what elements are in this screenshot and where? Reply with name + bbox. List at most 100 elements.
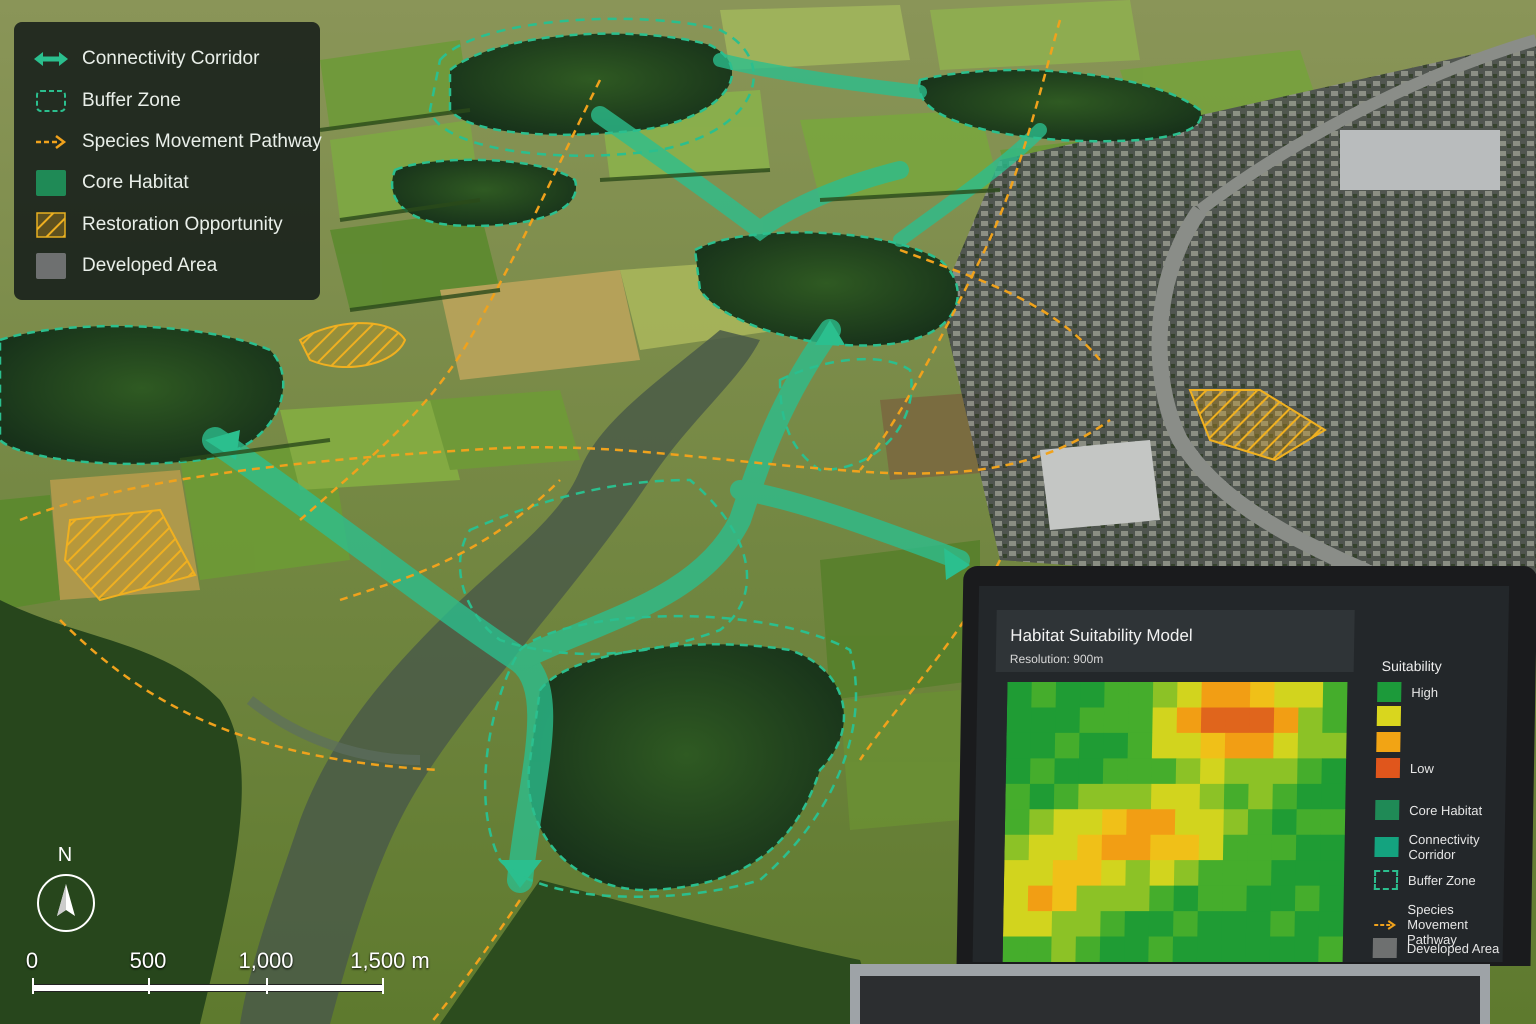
heatmap-cell bbox=[1223, 783, 1250, 810]
heatmap-cell bbox=[1173, 911, 1199, 938]
scale-tick bbox=[32, 978, 34, 994]
heatmap-cell bbox=[1271, 809, 1298, 836]
heatmap-cell bbox=[1103, 732, 1129, 759]
heatmap-cell bbox=[1197, 885, 1223, 912]
heatmap-cell bbox=[1027, 911, 1053, 938]
dashed-box-icon bbox=[34, 88, 68, 114]
core-habitat-swatch bbox=[1375, 800, 1400, 820]
heatmap-cell bbox=[1002, 936, 1028, 962]
legend-label: Buffer Zone bbox=[82, 90, 181, 111]
heatmap-cell bbox=[1322, 707, 1348, 734]
heatmap-cell bbox=[1101, 834, 1127, 861]
heatmap-cell bbox=[1075, 911, 1102, 938]
north-compass: N bbox=[34, 844, 96, 936]
heatmap-cell bbox=[1150, 809, 1176, 836]
heatmap-cell bbox=[1225, 682, 1251, 708]
scale-label-0: 0 bbox=[25, 948, 39, 973]
legend-label: Restoration Opportunity bbox=[82, 214, 283, 235]
heatmap-cell bbox=[1026, 936, 1053, 962]
heatmap-cell bbox=[1027, 885, 1053, 912]
heatmap-cell bbox=[1294, 911, 1320, 938]
heatmap-cell bbox=[1079, 682, 1106, 708]
scale-swatch bbox=[1376, 732, 1401, 752]
legend-item-pathway: Species Movement Pathway bbox=[34, 125, 322, 159]
heatmap-cell bbox=[1003, 911, 1029, 938]
heatmap-cell bbox=[1078, 783, 1104, 810]
model-legend-developed: Developed Area bbox=[1372, 938, 1500, 958]
heatmap-cell bbox=[1152, 707, 1178, 734]
heatmap-cell bbox=[1077, 834, 1103, 861]
scale-swatch bbox=[1377, 682, 1402, 702]
heatmap-cell bbox=[1003, 885, 1029, 912]
model-header: Habitat Suitability Model Resolution: 90… bbox=[995, 610, 1355, 672]
heatmap-cell bbox=[1103, 707, 1129, 734]
heatmap-cell bbox=[1274, 682, 1300, 708]
heatmap-cell bbox=[1176, 707, 1202, 734]
heatmap-cell bbox=[1225, 707, 1251, 734]
scale-label-1500: 1,500 m bbox=[350, 948, 430, 973]
heatmap-cell bbox=[1174, 834, 1200, 861]
corridor-swatch bbox=[1374, 837, 1399, 857]
model-legend-label: Connectivity Corridor bbox=[1408, 832, 1480, 862]
heatmap-cell bbox=[1245, 936, 1271, 962]
compass-arrow-icon bbox=[37, 874, 95, 932]
heatmap-cell bbox=[1297, 758, 1323, 785]
heatmap-cell bbox=[1320, 809, 1346, 836]
heatmap-cell bbox=[1223, 809, 1249, 836]
laptop-bezel: Habitat Suitability Model Resolution: 90… bbox=[956, 566, 1536, 966]
heatmap-cell bbox=[1320, 834, 1346, 861]
heatmap-cell bbox=[1221, 936, 1247, 962]
heatmap-cell bbox=[1127, 707, 1154, 734]
heatmap-cell bbox=[1199, 758, 1226, 785]
double-arrow-icon bbox=[34, 46, 68, 72]
heatmap-cell bbox=[1177, 682, 1203, 708]
heatmap-cell bbox=[1052, 885, 1078, 912]
model-legend-corridor: Connectivity Corridor bbox=[1374, 832, 1509, 862]
legend-item-developed: Developed Area bbox=[34, 249, 217, 283]
model-resolution: Resolution: 900m bbox=[1009, 652, 1104, 666]
heatmap-cell bbox=[1293, 936, 1320, 962]
heatmap-cell bbox=[1150, 834, 1176, 861]
heatmap-cell bbox=[1173, 885, 1199, 912]
heatmap-cell bbox=[1272, 758, 1299, 785]
heatmap-cell bbox=[1006, 732, 1032, 759]
heatmap-cell bbox=[1273, 707, 1299, 734]
heatmap-cell bbox=[1272, 783, 1298, 810]
heatmap-cell bbox=[1297, 732, 1323, 759]
heatmap-cell bbox=[1318, 936, 1344, 962]
heatmap-cell bbox=[1075, 936, 1101, 962]
map-legend: Connectivity Corridor Buffer Zone Specie… bbox=[14, 22, 322, 300]
gray-square-icon bbox=[34, 253, 68, 279]
heatmap-cell bbox=[1054, 758, 1080, 785]
heatmap-cell bbox=[1150, 783, 1177, 810]
heatmap-cell bbox=[1222, 885, 1248, 912]
heatmap-cell bbox=[1077, 809, 1103, 836]
heatmap-cell bbox=[1126, 783, 1152, 810]
heatmap-cell bbox=[1030, 707, 1057, 734]
heatmap-cell bbox=[1148, 936, 1174, 962]
model-title: Habitat Suitability Model bbox=[1010, 626, 1193, 645]
dashed-box-icon bbox=[1373, 870, 1399, 890]
legend-item-corridor: Connectivity Corridor bbox=[34, 42, 259, 76]
heatmap-cell bbox=[1248, 758, 1274, 785]
heatmap-cell bbox=[1248, 732, 1275, 759]
scale-bar: 0 500 1,000 1,500 m bbox=[25, 948, 430, 998]
heatmap-cell bbox=[1174, 809, 1201, 836]
heatmap-cell bbox=[1055, 707, 1081, 734]
heatmap-cell bbox=[1321, 758, 1347, 785]
heatmap-cell bbox=[1270, 911, 1296, 938]
heatmap-cell bbox=[1247, 834, 1273, 861]
heatmap-cell bbox=[1246, 860, 1272, 887]
heatmap-cell bbox=[1151, 732, 1178, 759]
heatmap-cell bbox=[1128, 682, 1154, 708]
heatmap-cell bbox=[1319, 860, 1345, 887]
heatmap-cell bbox=[1222, 860, 1248, 887]
heatmap-cell bbox=[1127, 732, 1153, 759]
heatmap-cell bbox=[1273, 732, 1299, 759]
heatmap-cell bbox=[1101, 860, 1127, 887]
heatmap-cell bbox=[1271, 860, 1297, 887]
heatmap-cell bbox=[1176, 732, 1202, 759]
legend-item-restoration: Restoration Opportunity bbox=[34, 208, 283, 242]
heatmap-cell bbox=[1127, 758, 1153, 785]
legend-label: Developed Area bbox=[82, 255, 218, 276]
